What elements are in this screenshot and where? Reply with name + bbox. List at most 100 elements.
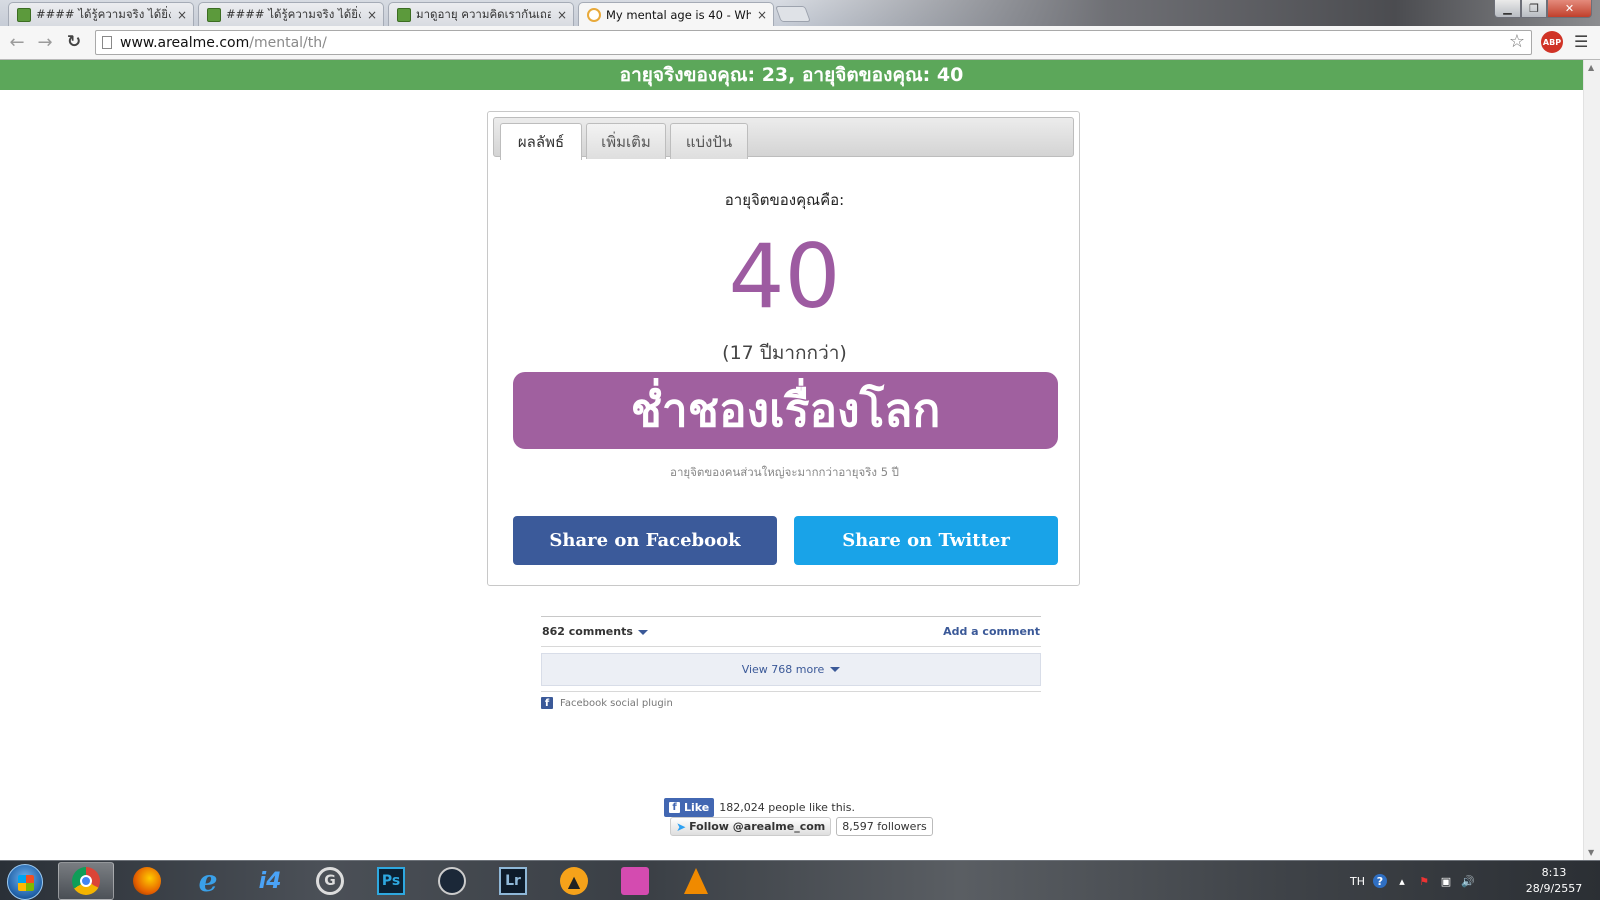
follower-count[interactable]: 8,597 followers xyxy=(836,817,933,836)
result-card: ผลลัพธ์ เพิ่มเติม แบ่งปัน อายุจิตของคุณค… xyxy=(487,111,1080,586)
scroll-down-arrow-icon[interactable]: ▼ xyxy=(1588,848,1594,857)
like-count-text: 182,024 people like this. xyxy=(719,801,855,814)
windows-logo-icon xyxy=(18,875,34,891)
address-bar[interactable]: www.arealme.com/mental/th/ ☆ xyxy=(95,30,1532,55)
taskbar-video-editor[interactable] xyxy=(607,862,663,900)
firefox-icon xyxy=(133,867,161,895)
clock-time: 8:13 xyxy=(1541,866,1567,879)
browser-toolbar: ← → ↻ www.arealme.com/mental/th/ ☆ ABP ☰ xyxy=(0,26,1600,60)
tab-title: #### ได้รู้ความจริง ได้ยิ่งกว่า xyxy=(226,6,361,21)
site-favicon-icon xyxy=(17,7,31,22)
view-more-comments-button[interactable]: View 768 more xyxy=(541,653,1041,686)
browser-tab-active[interactable]: My mental age is 40 - Wha × xyxy=(578,2,774,26)
twitter-follow-widget: ➤ Follow @arealme_com 8,597 followers xyxy=(670,817,933,836)
arealme-favicon-icon xyxy=(587,7,601,22)
language-indicator[interactable]: TH xyxy=(1350,875,1365,888)
vlc-cone-icon xyxy=(684,868,708,894)
volume-icon[interactable]: 🔊 xyxy=(1461,874,1475,888)
url-path: /mental/th/ xyxy=(249,34,327,51)
result-note: อายุจิตของคนส่วนใหญ่จะมากกว่าอายุจริง 5 … xyxy=(670,465,899,479)
facebook-like-widget: f Like 182,024 people like this. xyxy=(664,798,855,817)
taskbar-gc[interactable]: G xyxy=(302,862,358,900)
taskbar-lightroom[interactable]: Lr xyxy=(485,862,541,900)
tab-close-icon[interactable]: × xyxy=(757,8,767,22)
taskbar-chrome[interactable] xyxy=(58,862,114,900)
tab-share[interactable]: แบ่งปัน xyxy=(670,123,748,159)
taskbar-vlc[interactable] xyxy=(668,862,724,900)
adblock-plus-icon[interactable]: ABP xyxy=(1541,31,1563,53)
comment-count-toggle[interactable]: 862 comments xyxy=(542,625,648,638)
forward-arrow-icon[interactable]: → xyxy=(34,31,56,53)
follow-label: Follow @arealme_com xyxy=(689,820,826,833)
taskbar-photoshop[interactable]: Ps xyxy=(363,862,419,900)
age-difference: (17 ปีมากกว่า) xyxy=(722,342,847,364)
vertical-scrollbar[interactable]: ▲ ▼ xyxy=(1583,60,1600,860)
browser-tab[interactable]: #### ได้รู้ความจริง ได้ยิ่งกว่า × xyxy=(8,2,194,26)
result-tab-bar: ผลลัพธ์ เพิ่มเติม แบ่งปัน xyxy=(493,117,1074,160)
start-button[interactable] xyxy=(7,864,43,900)
system-tray: TH ? ▴ ⚑ ▣ 🔊 xyxy=(1350,861,1483,901)
browser-tab[interactable]: มาดูอายุ ความคิดเรากันเถอะ × xyxy=(388,2,574,26)
comment-count: 862 comments xyxy=(542,625,633,638)
back-arrow-icon[interactable]: ← xyxy=(6,31,28,53)
browser-tab[interactable]: #### ได้รู้ความจริง ได้ยิ่งกว่า × xyxy=(198,2,384,26)
taskbar-steam[interactable] xyxy=(424,862,480,900)
lightroom-icon: Lr xyxy=(499,867,527,895)
gc-icon: G xyxy=(316,867,344,895)
url-host: www.arealme.com xyxy=(120,34,250,51)
photoshop-icon: Ps xyxy=(377,867,405,895)
browser-menu-icon[interactable]: ☰ xyxy=(1574,32,1590,51)
share-twitter-button[interactable]: Share on Twitter xyxy=(794,516,1058,565)
twitter-follow-button[interactable]: ➤ Follow @arealme_com xyxy=(670,817,832,836)
age-banner: อายุจริงของคุณ: 23, อายุจิตของคุณ: 40 xyxy=(0,60,1583,90)
tab-close-icon[interactable]: × xyxy=(177,8,187,22)
new-tab-button[interactable] xyxy=(775,6,811,22)
chrome-icon xyxy=(72,867,100,895)
facebook-icon: f xyxy=(669,802,680,813)
page-icon xyxy=(102,36,112,49)
page-viewport: อายุจริงของคุณ: 23, อายุจิตของคุณ: 40 ผล… xyxy=(0,60,1583,860)
browser-tab-strip: #### ได้รู้ความจริง ได้ยิ่งกว่า × #### ไ… xyxy=(0,0,1600,26)
facebook-like-button[interactable]: f Like xyxy=(664,798,715,817)
taskbar-i4[interactable]: i4 xyxy=(242,862,298,900)
tray-arrow-icon[interactable]: ▴ xyxy=(1395,874,1409,888)
minimize-button[interactable]: ▁ xyxy=(1494,0,1521,18)
social-plugin-label[interactable]: Facebook social plugin xyxy=(560,698,673,709)
action-center-flag-icon[interactable]: ⚑ xyxy=(1417,874,1431,888)
caret-down-icon xyxy=(830,667,841,672)
view-more-label: View 768 more xyxy=(741,663,825,676)
mental-age-label: อายุจิตของคุณคือ: xyxy=(724,191,845,209)
taskbar-aimp[interactable]: ▲ xyxy=(546,862,602,900)
taskbar-internet-explorer[interactable]: e xyxy=(180,862,236,900)
add-comment-link[interactable]: Add a comment xyxy=(943,625,1040,638)
tab-title: มาดูอายุ ความคิดเรากันเถอะ xyxy=(416,6,551,21)
caret-down-icon xyxy=(637,629,648,635)
tab-title: My mental age is 40 - Wha xyxy=(606,7,751,22)
scroll-up-arrow-icon[interactable]: ▲ xyxy=(1588,63,1594,72)
close-window-button[interactable]: ✕ xyxy=(1547,0,1592,18)
aimp-icon: ▲ xyxy=(560,867,588,895)
tab-more[interactable]: เพิ่มเติม xyxy=(586,123,666,159)
internet-explorer-icon: e xyxy=(198,863,218,899)
reload-icon[interactable]: ↻ xyxy=(63,31,85,53)
steam-icon xyxy=(438,867,466,895)
tab-strip-background xyxy=(780,0,1600,26)
facebook-icon: f xyxy=(541,697,553,709)
clock-date: 28/9/2557 xyxy=(1525,882,1583,895)
verdict-banner: ช่ำชองเรื่องโลก xyxy=(513,372,1058,449)
taskbar-firefox[interactable] xyxy=(119,862,175,900)
facebook-comments-plugin: 862 comments Add a comment View 768 more… xyxy=(541,616,1041,709)
share-facebook-button[interactable]: Share on Facebook xyxy=(513,516,777,565)
i4-icon: i4 xyxy=(258,868,282,894)
help-icon[interactable]: ? xyxy=(1373,874,1387,888)
tab-close-icon[interactable]: × xyxy=(557,8,567,22)
tab-close-icon[interactable]: × xyxy=(367,8,377,22)
bookmark-star-icon[interactable]: ☆ xyxy=(1509,31,1525,52)
network-icon[interactable]: ▣ xyxy=(1439,874,1453,888)
site-favicon-icon xyxy=(397,7,411,22)
maximize-button[interactable]: ❐ xyxy=(1521,0,1547,18)
clapperboard-icon xyxy=(621,867,649,895)
tab-result[interactable]: ผลลัพธ์ xyxy=(500,123,582,160)
taskbar-clock[interactable]: 8:13 28/9/2557 xyxy=(1518,865,1590,897)
like-label: Like xyxy=(684,801,710,814)
